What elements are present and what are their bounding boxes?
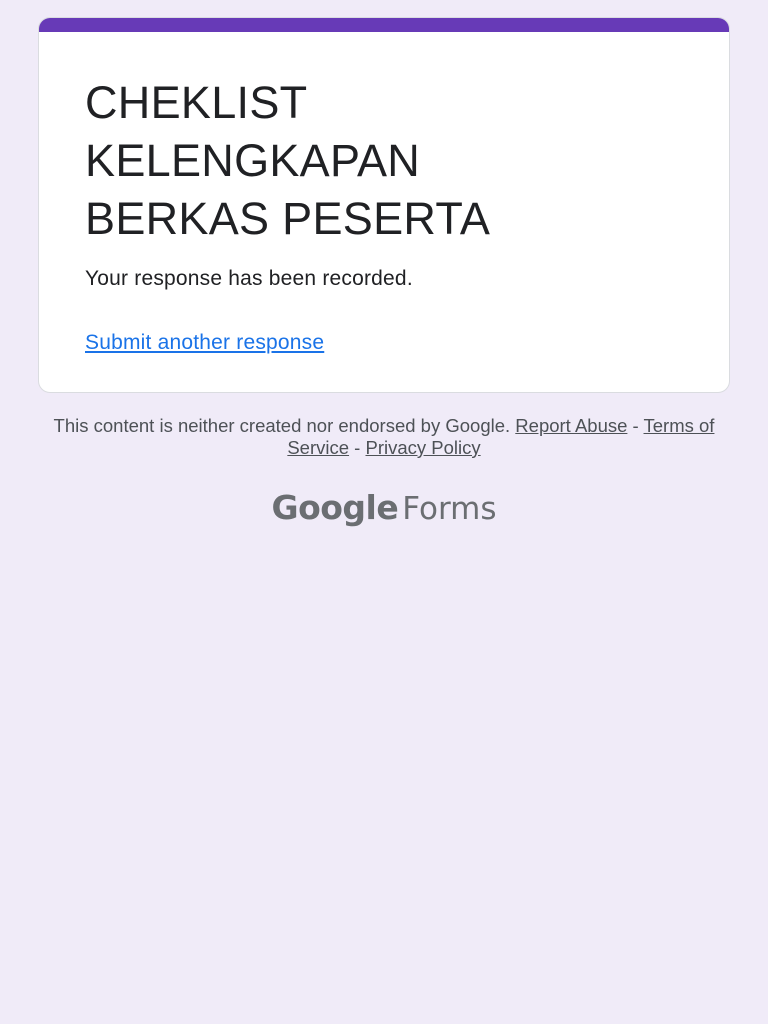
form-title: CHEKLIST KELENGKAPAN BERKAS PESERTA <box>85 74 685 248</box>
submit-another-response-link[interactable]: Submit another response <box>85 330 324 356</box>
logo-product-text: Forms <box>402 491 497 527</box>
privacy-policy-link[interactable]: Privacy Policy <box>366 437 481 458</box>
footer-disclaimer: This content is neither created nor endo… <box>40 415 728 459</box>
card-accent-bar <box>39 18 729 32</box>
disclaimer-text: This content is neither created nor endo… <box>53 415 511 436</box>
google-forms-logo[interactable]: Google Forms <box>0 488 768 527</box>
response-card: CHEKLIST KELENGKAPAN BERKAS PESERTA Your r… <box>38 17 730 393</box>
confirmation-message: Your response has been recorded. <box>85 267 413 290</box>
logo-brand-text: Google <box>271 488 399 527</box>
report-abuse-link[interactable]: Report Abuse <box>515 415 627 436</box>
footer-separator: - <box>349 437 366 458</box>
form-title-line-2: KELENGKAPAN <box>85 135 421 186</box>
form-title-line-1: CHEKLIST <box>85 77 308 128</box>
footer-separator: - <box>627 415 644 436</box>
form-title-line-3: BERKAS PESERTA <box>85 193 491 244</box>
